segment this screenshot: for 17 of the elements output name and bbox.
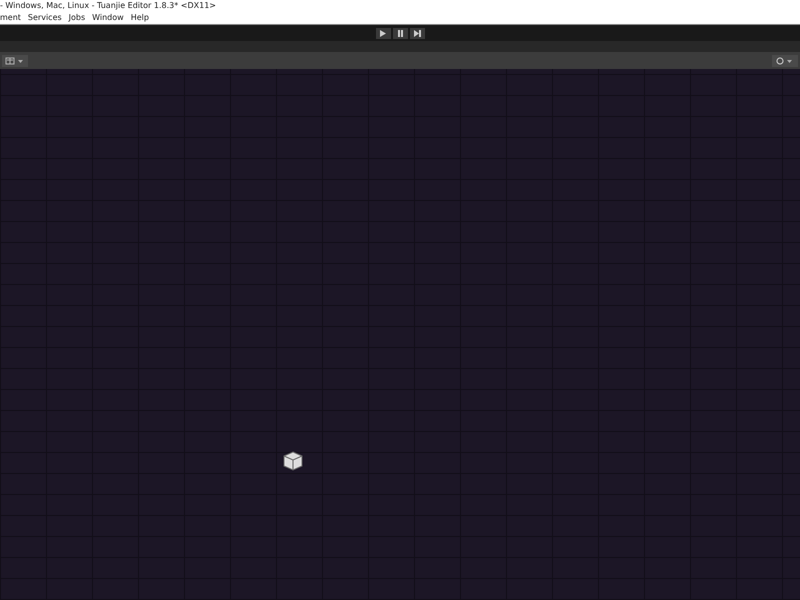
menu-item[interactable]: Window (92, 11, 124, 24)
menu-item[interactable]: Jobs (68, 11, 86, 24)
menu-item[interactable]: Services (28, 11, 62, 24)
pause-button[interactable] (392, 28, 408, 38)
pause-icon (398, 30, 402, 36)
circle-icon (775, 56, 795, 64)
window-title: - Windows, Mac, Linux - Tuanjie Editor 1.8.3* <DX11> (0, 0, 800, 11)
play-button[interactable] (376, 28, 390, 38)
play-icon (380, 30, 386, 36)
menu-item[interactable]: ment (0, 11, 21, 24)
layout-icon (5, 56, 25, 64)
gizmo-dropdown[interactable] (772, 54, 798, 66)
step-icon (414, 30, 420, 36)
menu-item[interactable]: Help (130, 11, 149, 24)
step-button[interactable] (410, 28, 424, 38)
tool-dropdown[interactable] (2, 54, 28, 66)
cube-icon (283, 451, 303, 471)
